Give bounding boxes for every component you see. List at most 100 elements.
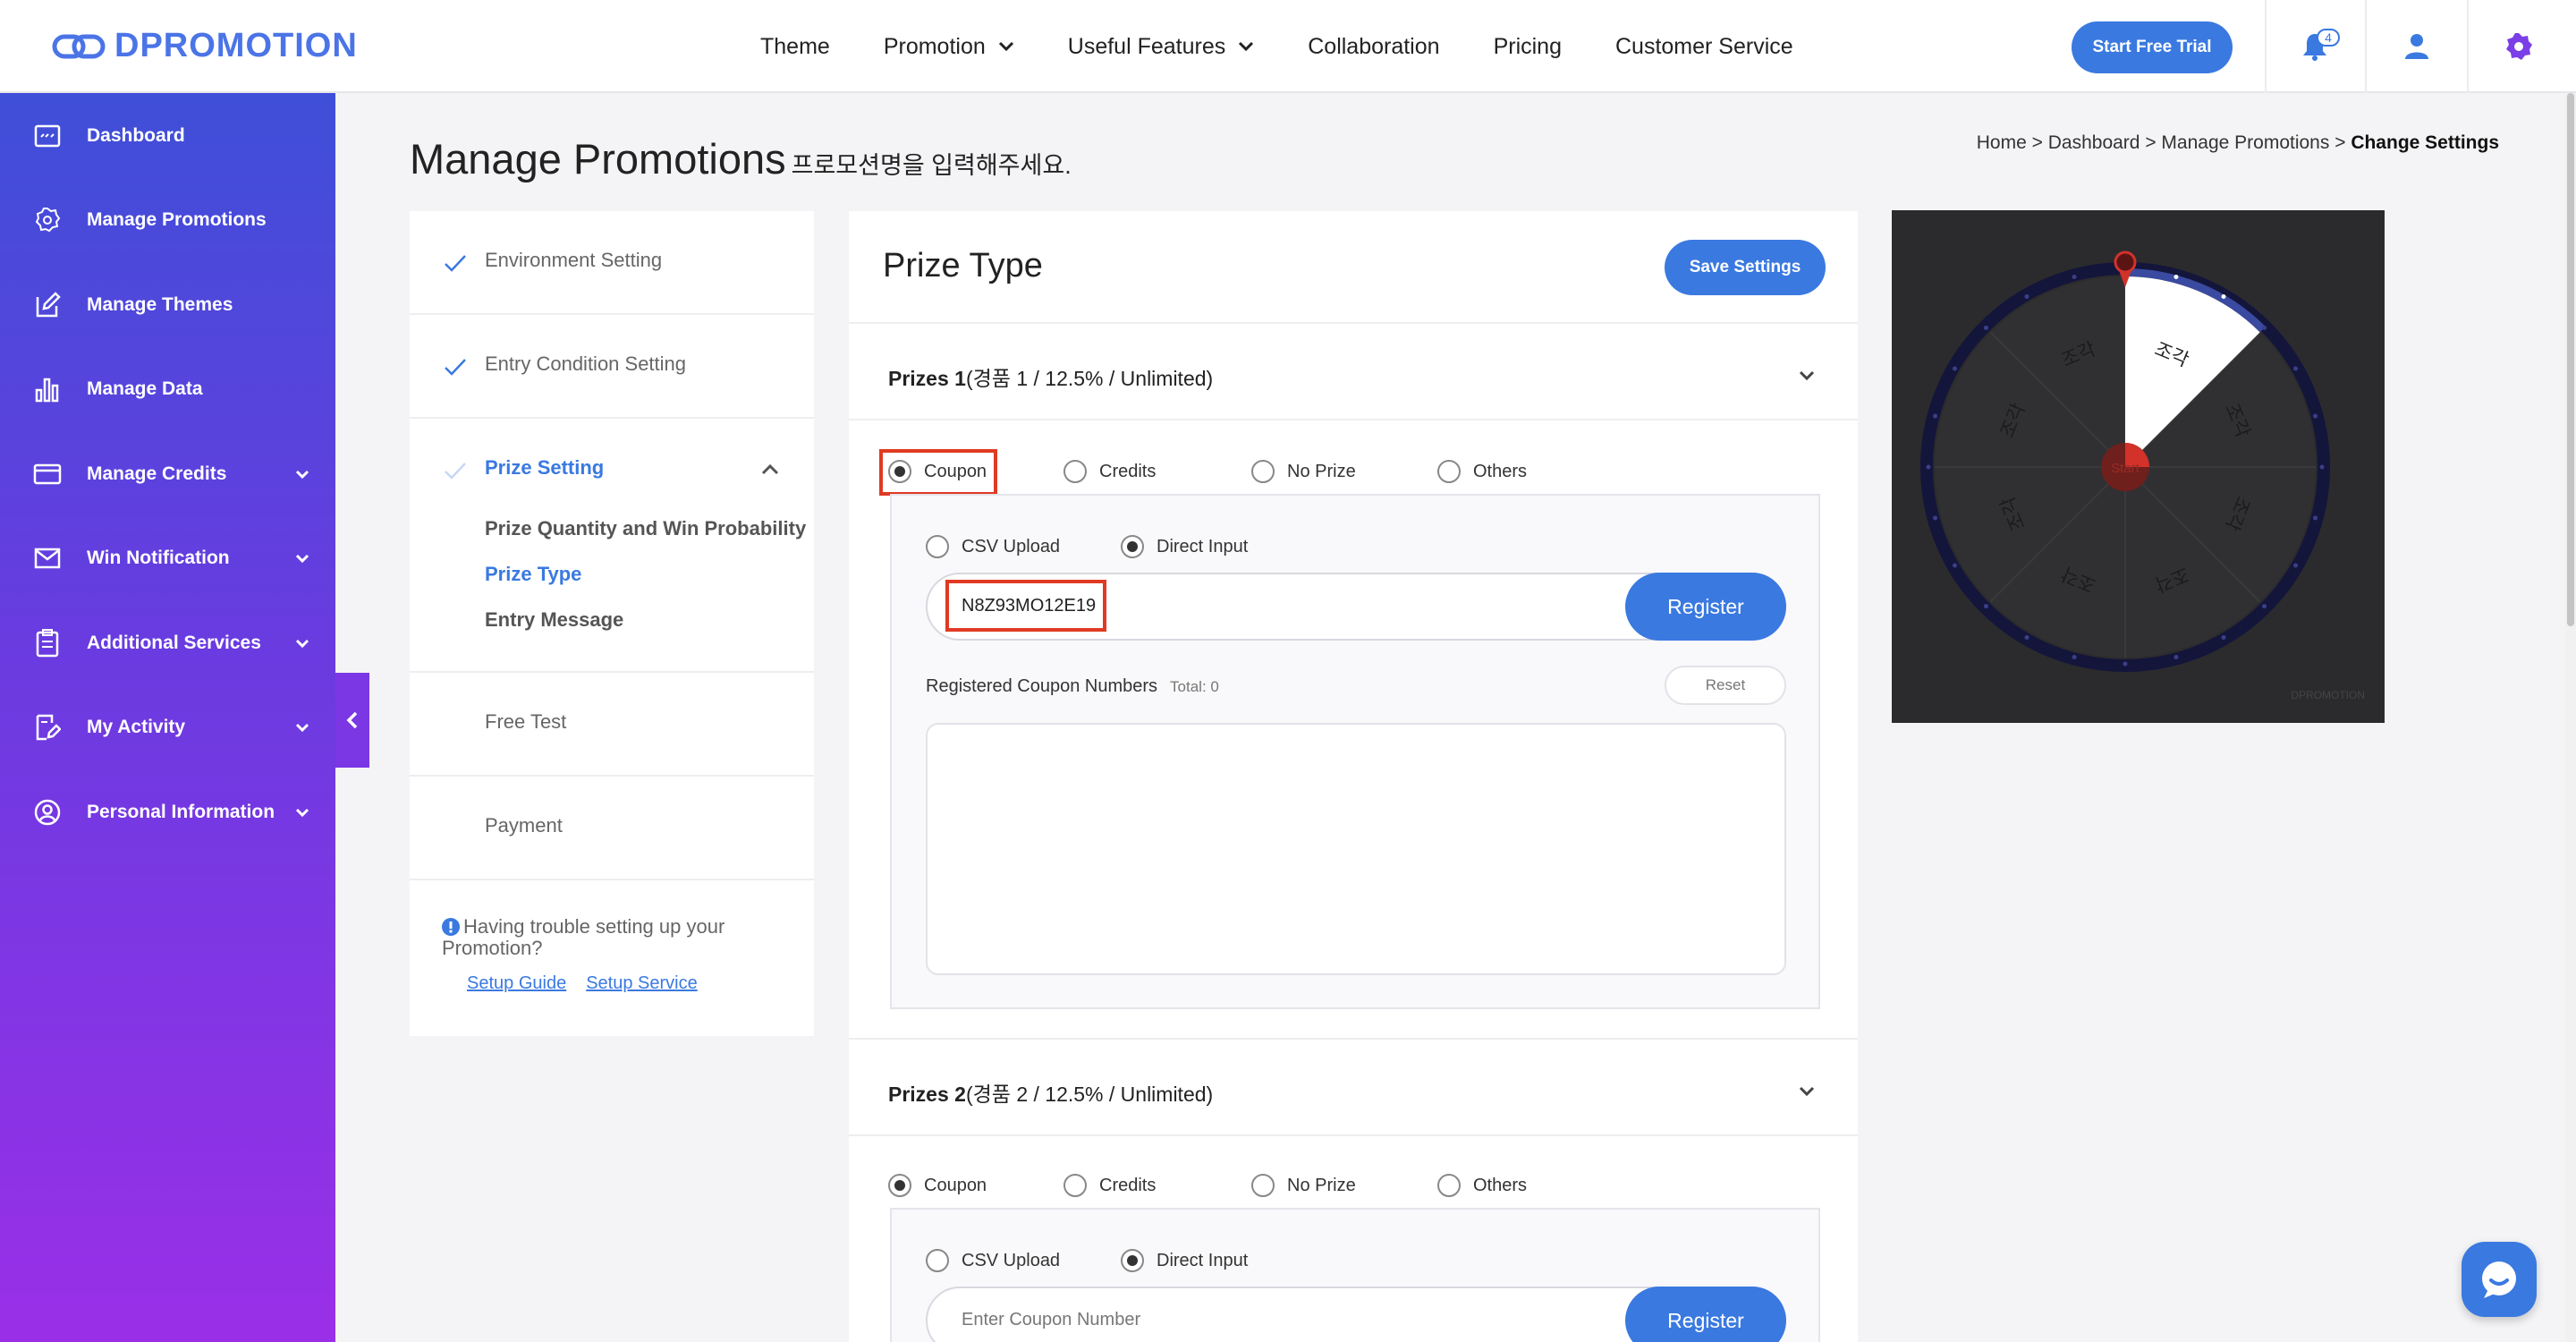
- menu-promotion[interactable]: Promotion: [884, 34, 1014, 60]
- menu-pricing[interactable]: Pricing: [1494, 34, 1562, 60]
- breadcrumb-sep: >: [2145, 132, 2157, 153]
- sidebar-item-personal-information[interactable]: Personal Information: [0, 786, 335, 839]
- radio-dot: [1251, 1174, 1275, 1197]
- page-title-text: Manage Promotions: [410, 135, 786, 183]
- sub-step-entry-message[interactable]: Entry Message: [485, 608, 623, 632]
- direct-input-radio[interactable]: Direct Input: [1121, 535, 1248, 558]
- mail-icon: [32, 543, 63, 573]
- sidebar-item-label: Manage Promotions: [87, 209, 267, 230]
- chevron-up-icon[interactable]: [760, 462, 780, 476]
- registered-coupon-list[interactable]: [926, 723, 1786, 975]
- prize-type-no-prize-radio[interactable]: No Prize: [1251, 460, 1356, 483]
- sidebar-item-manage-promotions[interactable]: Manage Promotions: [0, 193, 335, 247]
- save-settings-button[interactable]: Save Settings: [1665, 240, 1826, 295]
- csv-upload-radio[interactable]: CSV Upload: [926, 1249, 1060, 1272]
- logo[interactable]: DPROMOTION: [52, 27, 358, 65]
- main-menu: Theme Promotion Useful Features Collabor…: [760, 0, 1847, 93]
- prize-type-credits-radio[interactable]: Credits: [1063, 460, 1156, 483]
- menu-customer-service-label: Customer Service: [1614, 33, 1793, 59]
- sidebar-collapse-button[interactable]: [335, 673, 369, 768]
- sidebar-item-manage-themes[interactable]: Manage Themes: [0, 278, 335, 332]
- csv-upload-radio[interactable]: CSV Upload: [926, 535, 1060, 558]
- settings-button[interactable]: [2496, 23, 2542, 70]
- wheel-rim-dot: [2024, 635, 2029, 641]
- breadcrumb-dashboard[interactable]: Dashboard: [2048, 132, 2140, 153]
- start-free-trial-button[interactable]: Start Free Trial: [2072, 21, 2233, 73]
- menu-useful-features[interactable]: Useful Features: [1068, 34, 1254, 60]
- chevron-down-icon: [1799, 370, 1815, 381]
- prize-2-header[interactable]: Prizes 2(경품 2 / 12.5% / Unlimited): [849, 1038, 1858, 1136]
- step-prize-setting[interactable]: Prize Setting Prize Quantity and Win Pro…: [410, 419, 814, 673]
- sidebar-item-additional-services[interactable]: Additional Services: [0, 616, 335, 670]
- prize-type-others-radio[interactable]: Others: [1437, 1174, 1527, 1197]
- sidebar-item-label: Dashboard: [87, 125, 185, 146]
- chat-button[interactable]: [2462, 1242, 2537, 1317]
- chat-icon: [2482, 1261, 2516, 1298]
- prize-1-coupon-box: CSV Upload Direct Input N8Z93MO12E19 Reg…: [890, 494, 1820, 1009]
- wheel-rim-dot: [1952, 563, 1957, 568]
- menu-theme[interactable]: Theme: [760, 34, 830, 60]
- wheel-rim-dot: [2024, 293, 2029, 299]
- prize-name: Prizes 1: [888, 367, 966, 390]
- note-edit-icon: [32, 712, 63, 743]
- radio-dot: [1063, 1174, 1087, 1197]
- sidebar-item-my-activity[interactable]: My Activity: [0, 701, 335, 754]
- page-scrollbar[interactable]: [2565, 93, 2576, 1342]
- wheel-rim-dot: [2293, 563, 2299, 568]
- sub-step-prize-quantity[interactable]: Prize Quantity and Win Probability: [485, 517, 806, 540]
- wheel-rim-dot: [2174, 655, 2179, 660]
- setup-service-link[interactable]: Setup Service: [586, 973, 698, 994]
- sidebar-item-manage-data[interactable]: Manage Data: [0, 362, 335, 416]
- wheel-rim-dot: [2123, 661, 2128, 667]
- radio-dot: [1063, 460, 1087, 483]
- wheel-rim-dot: [1983, 325, 1988, 330]
- setup-guide-link[interactable]: Setup Guide: [467, 973, 566, 994]
- prize-type-credits-radio[interactable]: Credits: [1063, 1174, 1156, 1197]
- prize-type-coupon-radio[interactable]: Coupon: [888, 460, 987, 483]
- notification-button[interactable]: 4: [2292, 23, 2340, 70]
- step-environment-setting[interactable]: Environment Setting: [410, 211, 814, 315]
- edit-icon: [32, 290, 63, 320]
- prize-1-header[interactable]: Prizes 1(경품 1 / 12.5% / Unlimited): [849, 322, 1858, 420]
- sidebar-item-win-notification[interactable]: Win Notification: [0, 531, 335, 585]
- prize-type-coupon-radio[interactable]: Coupon: [888, 1174, 987, 1197]
- register-button[interactable]: Register: [1625, 1287, 1786, 1342]
- user-icon: [2405, 34, 2428, 59]
- menu-collaboration[interactable]: Collaboration: [1308, 34, 1439, 60]
- menu-customer-service[interactable]: Customer Service: [1615, 34, 1793, 60]
- registered-coupons-label: Registered Coupon Numbers Total: 0: [926, 676, 1219, 697]
- profile-button[interactable]: [2394, 23, 2440, 70]
- wheel-rim-dot: [1932, 515, 1937, 521]
- menu-useful-features-label: Useful Features: [1067, 33, 1226, 59]
- register-button[interactable]: Register: [1625, 573, 1786, 641]
- chevron-down-icon: [295, 554, 309, 564]
- direct-input-radio[interactable]: Direct Input: [1121, 1249, 1248, 1272]
- sidebar-item-dashboard[interactable]: Dashboard: [0, 109, 335, 163]
- breadcrumb-home[interactable]: Home: [1977, 132, 2027, 153]
- prize-type-no-prize-radio[interactable]: No Prize: [1251, 1174, 1356, 1197]
- step-payment[interactable]: Payment: [410, 777, 814, 880]
- wheel-rim-dot: [2221, 293, 2226, 299]
- radio-dot: [1437, 460, 1461, 483]
- coupon-number-input[interactable]: Enter Coupon Number Register: [926, 1287, 1786, 1342]
- reset-button[interactable]: Reset: [1665, 666, 1786, 705]
- wheel-rim-dot: [2319, 464, 2325, 470]
- page-title: Manage Promotions 프로모션명을 입력해주세요.: [410, 134, 1072, 183]
- scrollbar-thumb[interactable]: [2567, 93, 2574, 626]
- step-entry-condition-setting[interactable]: Entry Condition Setting: [410, 315, 814, 419]
- roulette-wheel: 조각조각조각조각조각조각조각조각 Start: [1920, 251, 2330, 672]
- sub-step-prize-type[interactable]: Prize Type: [485, 563, 581, 586]
- radio-label: Credits: [1099, 461, 1157, 481]
- sidebar-item-manage-credits[interactable]: Manage Credits: [0, 447, 335, 501]
- breadcrumb-sep: >: [2031, 132, 2043, 153]
- step-free-test[interactable]: Free Test: [410, 673, 814, 777]
- clipboard-icon: [32, 628, 63, 658]
- radio-dot: [1121, 1249, 1144, 1272]
- check-icon: [445, 359, 466, 376]
- breadcrumb-manage-promotions[interactable]: Manage Promotions: [2161, 132, 2329, 153]
- sidebar-item-label: Manage Data: [87, 378, 203, 399]
- step-label: Environment Setting: [485, 249, 663, 271]
- coupon-number-input[interactable]: N8Z93MO12E19 Register: [926, 573, 1786, 641]
- prize-type-others-radio[interactable]: Others: [1437, 460, 1527, 483]
- sidebar-item-label: Manage Themes: [87, 294, 233, 315]
